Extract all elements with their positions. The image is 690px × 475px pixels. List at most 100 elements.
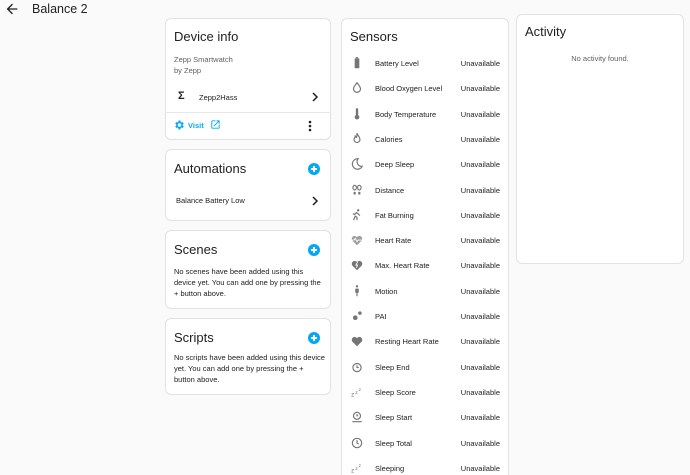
sensor-row[interactable]: PAI Unavailable bbox=[342, 304, 508, 329]
sensor-name: Max. Heart Rate bbox=[375, 261, 430, 271]
sensor-row[interactable]: Heart Rate Unavailable bbox=[342, 228, 508, 253]
device-model: Zepp Smartwatch bbox=[174, 55, 233, 64]
automations-title: Automations bbox=[174, 161, 247, 176]
integration-name: Zepp2Hass bbox=[199, 93, 238, 102]
device-manufacturer: by Zepp bbox=[174, 66, 202, 75]
sensor-value: Unavailable bbox=[460, 134, 500, 144]
more-vertical-icon[interactable] bbox=[304, 119, 316, 133]
thermometer-icon bbox=[350, 107, 364, 121]
sensor-row[interactable]: Blood Oxygen Level Unavailable bbox=[342, 76, 508, 101]
sensor-value: Unavailable bbox=[460, 261, 500, 271]
sensor-name: Sleep Start bbox=[375, 413, 413, 423]
sleep-zzz-icon: zzz bbox=[350, 385, 364, 399]
sensor-name: PAI bbox=[375, 312, 387, 321]
add-automation-button[interactable] bbox=[308, 163, 320, 175]
battery-icon bbox=[350, 56, 364, 70]
device-info-title: Device info bbox=[174, 29, 239, 44]
clock-icon bbox=[350, 436, 364, 450]
svg-text:z: z bbox=[359, 463, 361, 468]
sensor-value: Unavailable bbox=[460, 286, 500, 296]
page-title: Balance 2 bbox=[32, 2, 88, 16]
add-scene-button[interactable] bbox=[308, 244, 320, 256]
sensor-row[interactable]: Body Temperature Unavailable bbox=[342, 102, 508, 127]
scenes-empty-text: No scenes have been added using this dev… bbox=[174, 267, 321, 298]
scripts-title: Scripts bbox=[174, 330, 214, 345]
sensor-value: Unavailable bbox=[460, 337, 500, 347]
automation-item[interactable]: Balance Battery Low bbox=[166, 190, 330, 212]
scenes-title: Scenes bbox=[174, 242, 218, 257]
sensor-row[interactable]: Battery Level Unavailable bbox=[342, 51, 508, 76]
sensor-value: Unavailable bbox=[460, 312, 500, 321]
back-arrow-icon[interactable] bbox=[4, 1, 20, 17]
sensor-name: Calories bbox=[375, 134, 403, 144]
sensor-value: Unavailable bbox=[460, 387, 500, 397]
svg-text:z: z bbox=[355, 467, 358, 472]
sensors-card: Sensors Battery Level Unavailable Blood Ox… bbox=[341, 18, 509, 475]
sensor-name: Heart Rate bbox=[375, 236, 412, 246]
sensor-row[interactable]: Max. Heart Rate Unavailable bbox=[342, 253, 508, 278]
sensor-name: Sleeping bbox=[375, 463, 405, 473]
sensor-name: Distance bbox=[375, 185, 405, 195]
sensor-name: Motion bbox=[375, 286, 398, 296]
sensor-row[interactable]: Fat Burning Unavailable bbox=[342, 203, 508, 228]
integration-row[interactable]: Σ Zepp2Hass bbox=[166, 85, 330, 109]
sensor-value: Unavailable bbox=[460, 59, 500, 68]
sensor-name: Sleep Total bbox=[375, 438, 412, 448]
svg-text:z: z bbox=[351, 393, 354, 399]
chevron-right-icon bbox=[310, 195, 320, 207]
sensor-value: Unavailable bbox=[460, 84, 500, 94]
sensor-row[interactable]: Sleep Total Unavailable bbox=[342, 431, 508, 456]
water-drop-icon bbox=[350, 81, 364, 95]
sensor-name: Battery Level bbox=[375, 59, 419, 68]
svg-text:z: z bbox=[351, 468, 354, 474]
running-icon bbox=[350, 208, 364, 222]
person-icon bbox=[350, 284, 364, 298]
sensor-row[interactable]: Motion Unavailable bbox=[342, 279, 508, 304]
sensor-value: Unavailable bbox=[460, 109, 500, 119]
sensor-row[interactable]: Sleep Start Unavailable bbox=[342, 405, 508, 430]
visit-label: Visit bbox=[188, 121, 204, 130]
sensor-name: Body Temperature bbox=[375, 109, 437, 119]
heart-flash-icon bbox=[350, 258, 364, 272]
sensor-name: Sleep End bbox=[375, 362, 410, 372]
svg-text:z: z bbox=[359, 387, 361, 392]
heart-icon bbox=[350, 334, 364, 348]
automation-item-label: Balance Battery Low bbox=[176, 196, 245, 205]
activity-card: Activity No activity found. bbox=[516, 14, 684, 264]
footprints-icon bbox=[350, 183, 364, 197]
sensor-row[interactable]: Distance Unavailable bbox=[342, 178, 508, 203]
sensor-row[interactable]: Calories Unavailable bbox=[342, 127, 508, 152]
sensor-row[interactable]: z z z Sleep Score Unavailable bbox=[342, 380, 508, 405]
sensor-value: Unavailable bbox=[460, 413, 500, 423]
add-script-button[interactable] bbox=[308, 332, 320, 344]
scripts-card: Scripts No scripts have been added using… bbox=[165, 318, 331, 395]
sensor-row[interactable]: z z z Sleeping Unavailable bbox=[342, 456, 508, 475]
heart-pulse-icon bbox=[350, 233, 364, 247]
scenes-card: Scenes No scenes have been added using t… bbox=[165, 230, 331, 309]
activity-empty-text: No activity found. bbox=[571, 54, 629, 63]
fire-icon bbox=[350, 132, 364, 146]
chevron-right-icon bbox=[310, 91, 320, 103]
sensor-row[interactable]: Deep Sleep Unavailable bbox=[342, 152, 508, 177]
sensor-row[interactable]: Resting Heart Rate Unavailable bbox=[342, 329, 508, 354]
sensor-row[interactable]: Sleep End Unavailable bbox=[342, 355, 508, 380]
sensor-value: Unavailable bbox=[460, 463, 500, 473]
moon-icon bbox=[350, 157, 364, 171]
card-divider bbox=[166, 112, 330, 113]
sensors-title: Sensors bbox=[350, 29, 398, 44]
sensor-name: Blood Oxygen Level bbox=[375, 84, 443, 94]
sensor-value: Unavailable bbox=[460, 438, 500, 448]
sleep-zzz-icon: zzz bbox=[350, 461, 364, 475]
sensor-name: Deep Sleep bbox=[375, 160, 415, 170]
sensor-value: Unavailable bbox=[460, 185, 500, 195]
sensor-value: Unavailable bbox=[460, 160, 500, 170]
open-in-new-icon bbox=[210, 119, 221, 130]
bed-clock-icon bbox=[350, 410, 364, 424]
sensor-name: Sleep Score bbox=[375, 387, 416, 397]
scripts-empty-text: No scripts have been added using this de… bbox=[174, 353, 325, 384]
alarm-clock-icon bbox=[350, 360, 364, 374]
device-info-card: Device info Zepp Smartwatch by Zepp Σ Ze… bbox=[165, 18, 331, 140]
gear-icon bbox=[173, 119, 185, 131]
activity-title: Activity bbox=[525, 24, 567, 39]
molecule-icon bbox=[350, 309, 364, 323]
